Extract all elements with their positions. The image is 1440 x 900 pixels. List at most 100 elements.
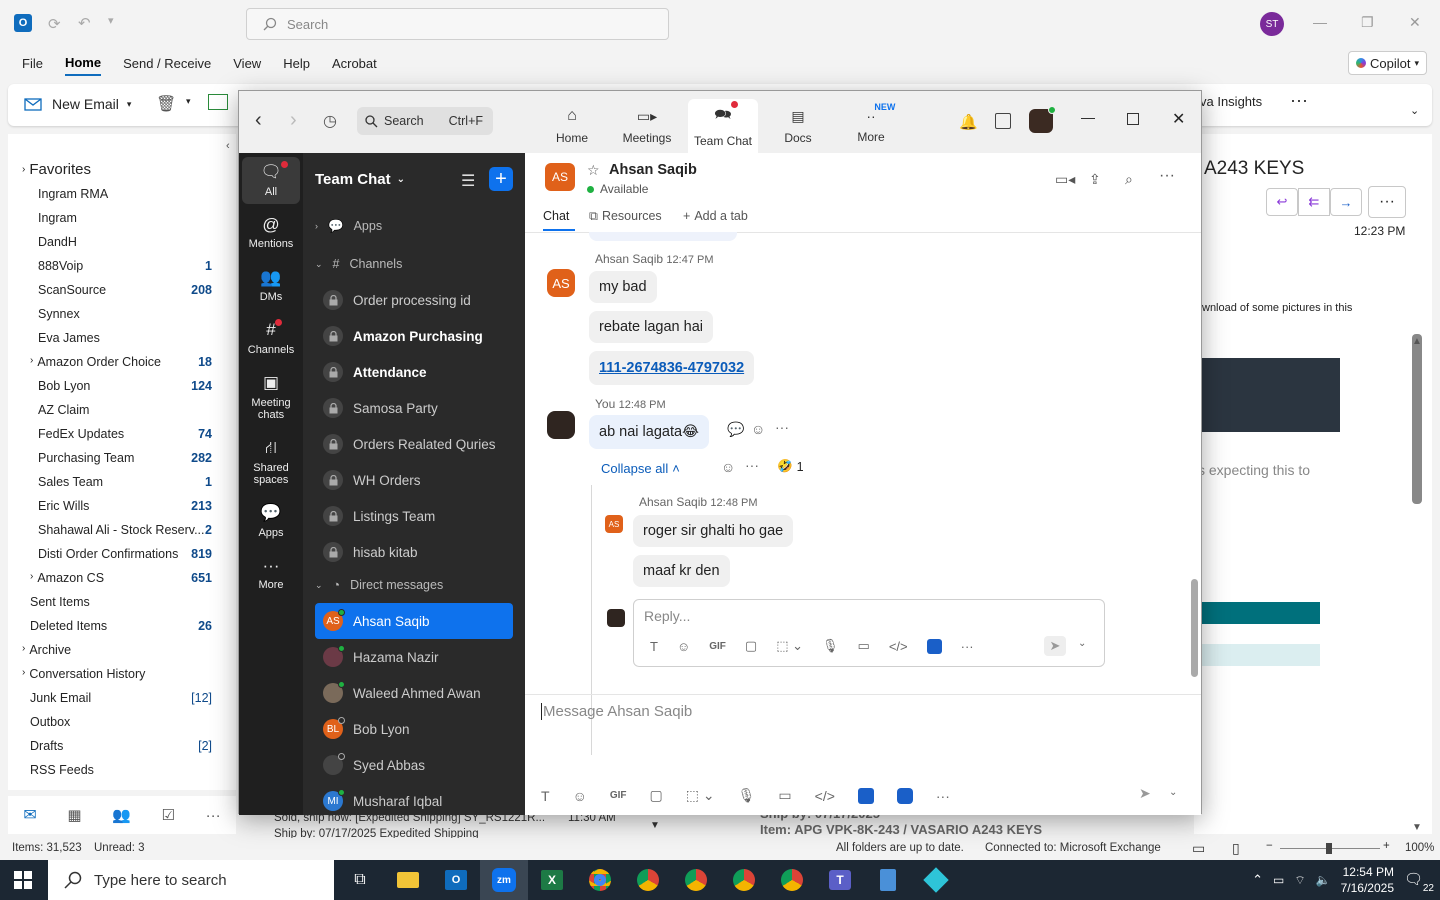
- menu-home[interactable]: Home: [64, 51, 102, 76]
- code-icon[interactable]: </>: [815, 788, 835, 804]
- favorite-folder[interactable]: 888Voip 1: [8, 254, 236, 278]
- menu-send-receive[interactable]: Send / Receive: [123, 52, 211, 75]
- zoom-out-icon[interactable]: −: [1266, 840, 1273, 852]
- reply-all-icon[interactable]: ⇇: [1298, 188, 1330, 216]
- zoom-in-icon[interactable]: +: [1383, 840, 1390, 852]
- star-icon[interactable]: ☆: [587, 162, 600, 179]
- favorite-folder[interactable]: Purchasing Team 282: [8, 446, 236, 470]
- tab-team-chat[interactable]: 🗪 Team Chat: [688, 99, 758, 153]
- channel-item[interactable]: Attendance: [303, 354, 525, 390]
- tab-resources[interactable]: ⧉ Resources: [589, 209, 662, 224]
- chrome-icon[interactable]: [720, 860, 768, 900]
- menu-view[interactable]: View: [233, 52, 261, 75]
- favorites-header[interactable]: › Favorites: [8, 156, 236, 182]
- menu-help[interactable]: Help: [283, 52, 310, 75]
- code-icon[interactable]: </>: [889, 639, 908, 654]
- outlook-search-input[interactable]: Search: [246, 8, 669, 40]
- favorite-folder[interactable]: Ingram: [8, 206, 236, 230]
- delete-icon[interactable]: 🗑: [156, 94, 176, 114]
- my-message-bubble[interactable]: ab nai lagata 😂: [589, 415, 709, 449]
- channel-item[interactable]: Samosa Party: [303, 390, 525, 426]
- excel-taskbar-icon[interactable]: X: [528, 860, 576, 900]
- chevron-up-icon[interactable]: ⌃: [1252, 872, 1263, 888]
- windows-start-icon[interactable]: [14, 871, 32, 889]
- copilot-button[interactable]: Copilot ▾: [1348, 51, 1427, 75]
- send-icon[interactable]: ➤: [1044, 636, 1066, 656]
- mail-folder[interactable]: Deleted Items 26: [8, 614, 236, 638]
- collapse-all-button[interactable]: Collapse all ˄: [601, 461, 680, 476]
- format-text-icon[interactable]: T: [650, 639, 658, 654]
- wifi-icon[interactable]: ⌔: [1294, 873, 1305, 888]
- chat-scrollbar[interactable]: [1191, 579, 1198, 677]
- share-screen-icon[interactable]: ⇪: [1089, 171, 1101, 188]
- minimize-icon[interactable]: —: [1081, 109, 1095, 125]
- video-message-icon[interactable]: ▭: [778, 787, 791, 804]
- insights-label[interactable]: va Insights: [1200, 94, 1262, 109]
- reaction-chip[interactable]: 🤣 1: [777, 459, 804, 474]
- screenshot-icon[interactable]: ⬚ ⌄: [776, 638, 803, 654]
- tasks-icon[interactable]: ☑: [162, 806, 175, 824]
- rail-meeting-chats[interactable]: ▣ Meeting chats: [242, 368, 300, 427]
- zoom-slider-thumb[interactable]: [1326, 843, 1332, 854]
- mail-folder[interactable]: RSS Feeds: [8, 758, 236, 782]
- rail-dms[interactable]: 👥 DMs: [242, 263, 300, 310]
- collapse-pane-icon[interactable]: ‹: [226, 140, 230, 152]
- calculator-icon[interactable]: [864, 860, 912, 900]
- reply-bubble[interactable]: roger sir ghalti ho gae: [633, 515, 794, 547]
- channel-item[interactable]: WH Orders: [303, 462, 525, 498]
- favorite-folder[interactable]: Eric Wills 213: [8, 494, 236, 518]
- format-text-icon[interactable]: T: [541, 788, 550, 804]
- expand-icon[interactable]: ▼: [650, 820, 660, 831]
- team-chat-title[interactable]: Team Chat ⌄: [315, 171, 405, 188]
- tab-meetings[interactable]: ▭▸ Meetings: [612, 99, 682, 153]
- favorite-folder[interactable]: › Amazon Order Choice 18: [8, 350, 236, 374]
- zoom-taskbar-icon[interactable]: zm: [480, 860, 528, 900]
- more-actions-icon[interactable]: ···: [1368, 186, 1406, 218]
- favorite-folder[interactable]: Ingram RMA: [8, 182, 236, 206]
- thread-reply-box[interactable]: Reply... T ☺ GIF ▢ ⬚ ⌄ 🎙 ▭ </> ··· ➤ ⌄: [633, 599, 1105, 667]
- microphone-icon[interactable]: 🎙: [822, 638, 839, 654]
- chevron-down-icon[interactable]: ⌄: [1169, 787, 1177, 798]
- network-icon[interactable]: ▭: [1273, 873, 1284, 887]
- gif-icon[interactable]: GIF: [610, 790, 627, 801]
- tab-chat[interactable]: Chat: [543, 209, 569, 223]
- chrome-icon[interactable]: [576, 860, 624, 900]
- favorite-folder[interactable]: Shahawal Ali - Stock Reserv... 2: [8, 518, 236, 542]
- tab-docs[interactable]: ▤ Docs: [763, 99, 833, 153]
- file-explorer-icon[interactable]: [384, 860, 432, 900]
- zoom-search-input[interactable]: Search Ctrl+F: [357, 107, 493, 135]
- rail-all[interactable]: 🗨 All: [242, 157, 300, 204]
- back-icon[interactable]: ‹: [255, 109, 262, 132]
- favorite-folder[interactable]: Bob Lyon 124: [8, 374, 236, 398]
- close-icon[interactable]: ✕: [1172, 109, 1185, 129]
- dm-section-header[interactable]: ⌄ ◔ Direct messages: [303, 574, 525, 596]
- user-avatar[interactable]: ST: [1260, 12, 1284, 36]
- rail-shared-spaces[interactable]: ⛙ Shared spaces: [242, 433, 300, 492]
- people-icon[interactable]: 👥: [112, 806, 131, 824]
- notifications-icon[interactable]: 🗨 22: [1404, 870, 1434, 894]
- file-icon[interactable]: ▢: [745, 638, 757, 654]
- tab-add[interactable]: + Add a tab: [683, 209, 748, 223]
- undo-icon[interactable]: ↶: [78, 14, 91, 32]
- reply-avatar[interactable]: AS: [605, 515, 623, 533]
- emoji-icon[interactable]: ☺: [573, 788, 587, 804]
- calendar-icon[interactable]: [995, 113, 1011, 129]
- video-call-icon[interactable]: ▭◂: [1055, 171, 1075, 188]
- reply-icon[interactable]: ↩: [1266, 188, 1298, 216]
- maximize-icon[interactable]: ❐: [1361, 14, 1374, 31]
- app-diamond-icon[interactable]: [912, 860, 960, 900]
- rail-channels[interactable]: # Channels: [242, 315, 300, 362]
- volume-icon[interactable]: 🔈: [1316, 873, 1331, 887]
- order-link[interactable]: 111-2674836-4797032: [589, 351, 755, 385]
- rail-more[interactable]: ··· More: [242, 551, 300, 598]
- mail-folder[interactable]: Drafts [2]: [8, 734, 236, 758]
- rail-mentions[interactable]: @ Mentions: [242, 210, 300, 257]
- gif-icon[interactable]: GIF: [709, 641, 726, 652]
- microphone-icon[interactable]: 🎙: [738, 787, 756, 804]
- message-bubble[interactable]: rebate lagan hai: [589, 311, 713, 343]
- chevron-down-icon[interactable]: ⌄: [1410, 104, 1419, 117]
- more-options-icon[interactable]: ···: [1159, 167, 1175, 185]
- my-avatar[interactable]: [547, 411, 575, 439]
- chevron-down-icon[interactable]: ⌄: [1078, 638, 1086, 649]
- chrome-icon[interactable]: [624, 860, 672, 900]
